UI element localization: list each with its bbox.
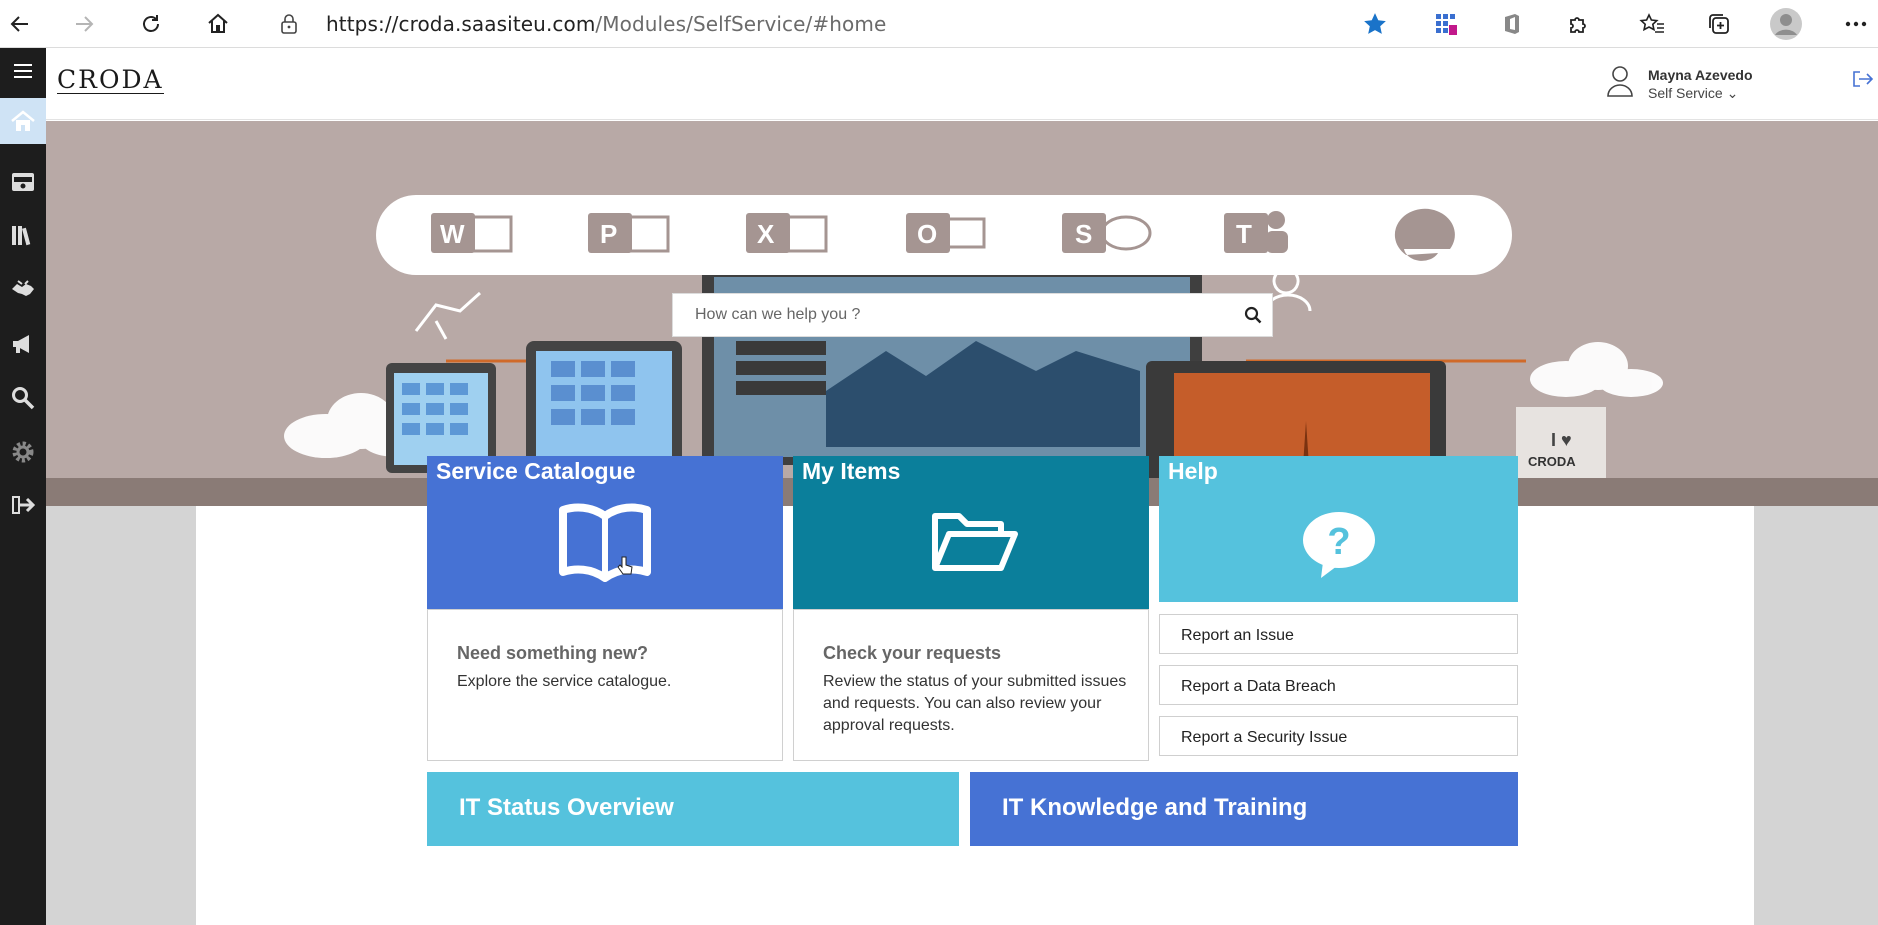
books-icon bbox=[12, 226, 31, 246]
service-catalogue-body: Need something new? Explore the service … bbox=[427, 609, 783, 761]
service-catalogue-tile[interactable]: Service Catalogue Need something new? Ex… bbox=[427, 456, 783, 761]
it-knowledge-training-label: IT Knowledge and Training bbox=[1002, 794, 1308, 821]
favorites-icon bbox=[1639, 13, 1664, 33]
user-icon bbox=[1607, 66, 1633, 97]
it-status-overview-label: IT Status Overview bbox=[459, 794, 674, 821]
refresh-button[interactable] bbox=[133, 6, 169, 42]
rail-library[interactable] bbox=[0, 212, 46, 258]
office-extension-button[interactable] bbox=[1494, 6, 1530, 42]
report-issue-link[interactable]: Report an Issue bbox=[1159, 614, 1518, 654]
service-catalogue-header: Service Catalogue bbox=[427, 456, 783, 609]
extension-apps-button[interactable] bbox=[1428, 6, 1464, 42]
report-security-issue-label: Report a Security Issue bbox=[1181, 729, 1348, 746]
search-icon bbox=[12, 387, 35, 410]
home-icon bbox=[11, 110, 35, 131]
gear-icon bbox=[12, 441, 34, 463]
extensions-button[interactable] bbox=[1560, 6, 1596, 42]
my-items-description: Review the status of your submitted issu… bbox=[823, 673, 1127, 734]
app-header: CRODA Mayna Azevedo Self Service ⌄ bbox=[46, 48, 1878, 120]
collections-button[interactable] bbox=[1701, 6, 1737, 42]
it-knowledge-training-button[interactable]: IT Knowledge and Training bbox=[970, 772, 1518, 846]
svg-text:W: W bbox=[440, 219, 465, 249]
search-icon[interactable] bbox=[1244, 306, 1262, 324]
open-book-icon bbox=[559, 503, 651, 582]
apps-grid-icon bbox=[1436, 14, 1457, 35]
service-catalogue-description: Explore the service catalogue. bbox=[457, 673, 672, 690]
back-arrow-icon bbox=[10, 16, 28, 32]
collections-icon bbox=[1709, 14, 1729, 34]
favorites-list-button[interactable] bbox=[1634, 6, 1670, 42]
star-filled-icon bbox=[1364, 13, 1386, 34]
svg-text:CRODA: CRODA bbox=[1528, 454, 1576, 469]
url-path: /Modules/SelfService/#home bbox=[595, 12, 887, 36]
open-folder-icon bbox=[932, 513, 1018, 571]
url-text: https://croda.saasiteu.com/Modules/SelfS… bbox=[326, 12, 886, 36]
more-menu-button[interactable] bbox=[1838, 6, 1874, 42]
left-navigation-rail bbox=[0, 48, 46, 925]
service-catalogue-title: Service Catalogue bbox=[436, 458, 636, 484]
browser-toolbar: https://croda.saasiteu.com/Modules/SelfS… bbox=[0, 0, 1878, 48]
hand-cursor-icon bbox=[617, 556, 633, 575]
profile-button[interactable] bbox=[1768, 6, 1804, 42]
report-data-breach-label: Report a Data Breach bbox=[1181, 678, 1336, 695]
office-icon bbox=[1505, 14, 1519, 34]
address-bar[interactable]: https://croda.saasiteu.com/Modules/SelfS… bbox=[268, 4, 1388, 44]
search-input[interactable] bbox=[673, 294, 1233, 336]
favorite-button[interactable] bbox=[1357, 6, 1393, 42]
menu-toggle-button[interactable] bbox=[0, 48, 46, 94]
puzzle-icon bbox=[1570, 17, 1586, 33]
my-items-header: My Items bbox=[793, 456, 1149, 609]
search-box bbox=[672, 293, 1273, 337]
user-name: Mayna Azevedo bbox=[1648, 67, 1753, 83]
home-icon bbox=[208, 13, 228, 33]
rail-inbox[interactable] bbox=[0, 158, 46, 204]
handshake-icon bbox=[12, 280, 34, 296]
svg-text:S: S bbox=[1075, 219, 1092, 249]
forward-arrow-icon bbox=[76, 16, 94, 32]
lock-icon bbox=[281, 14, 297, 34]
rail-services[interactable] bbox=[0, 266, 46, 312]
user-role-dropdown[interactable]: Self Service ⌄ bbox=[1648, 85, 1738, 102]
hero-banner: I ♥ CRODA Welcome to IT Service Desk WPX… bbox=[46, 121, 1878, 506]
help-title: Help bbox=[1168, 458, 1218, 484]
rail-home[interactable] bbox=[0, 98, 46, 144]
sign-out-icon bbox=[12, 496, 36, 514]
report-security-issue-link[interactable]: Report a Security Issue bbox=[1159, 716, 1518, 756]
profile-avatar-icon bbox=[1770, 8, 1802, 40]
megaphone-icon bbox=[13, 335, 29, 353]
url-host: https://croda.saasiteu.com bbox=[326, 12, 596, 36]
help-tile[interactable]: Help ? bbox=[1159, 456, 1518, 602]
forward-button[interactable] bbox=[66, 6, 102, 42]
office-app-icons: WPXOST bbox=[431, 208, 1455, 261]
report-data-breach-link[interactable]: Report a Data Breach bbox=[1159, 665, 1518, 705]
hamburger-icon bbox=[14, 64, 32, 78]
svg-text:I ♥: I ♥ bbox=[1551, 430, 1572, 450]
logout-icon[interactable] bbox=[1852, 70, 1874, 88]
help-bubble-icon: ? bbox=[1303, 512, 1375, 578]
rail-search[interactable] bbox=[0, 375, 46, 421]
svg-text:X: X bbox=[757, 219, 775, 249]
refresh-icon bbox=[143, 15, 159, 32]
back-button[interactable] bbox=[2, 6, 38, 42]
more-dots-icon bbox=[1845, 21, 1867, 27]
rail-settings[interactable] bbox=[0, 429, 46, 475]
svg-text:?: ? bbox=[1327, 521, 1350, 563]
my-items-title: My Items bbox=[802, 458, 901, 484]
it-status-overview-button[interactable]: IT Status Overview bbox=[427, 772, 959, 846]
croda-logo: CRODA bbox=[57, 65, 164, 94]
rail-announcements[interactable] bbox=[0, 321, 46, 367]
report-issue-label: Report an Issue bbox=[1181, 627, 1294, 644]
my-items-body: Check your requests Review the status of… bbox=[793, 609, 1149, 761]
office-apps-bar: WPXOST bbox=[376, 195, 1512, 275]
svg-text:T: T bbox=[1236, 219, 1252, 249]
inbox-icon bbox=[12, 173, 34, 191]
my-items-tile[interactable]: My Items Check your requests Review the … bbox=[793, 456, 1149, 761]
my-items-subtitle: Check your requests bbox=[823, 643, 1002, 663]
svg-text:P: P bbox=[600, 219, 617, 249]
service-catalogue-subtitle: Need something new? bbox=[457, 643, 649, 663]
rail-logout[interactable] bbox=[0, 482, 46, 528]
svg-text:O: O bbox=[917, 219, 937, 249]
home-button[interactable] bbox=[200, 6, 236, 42]
